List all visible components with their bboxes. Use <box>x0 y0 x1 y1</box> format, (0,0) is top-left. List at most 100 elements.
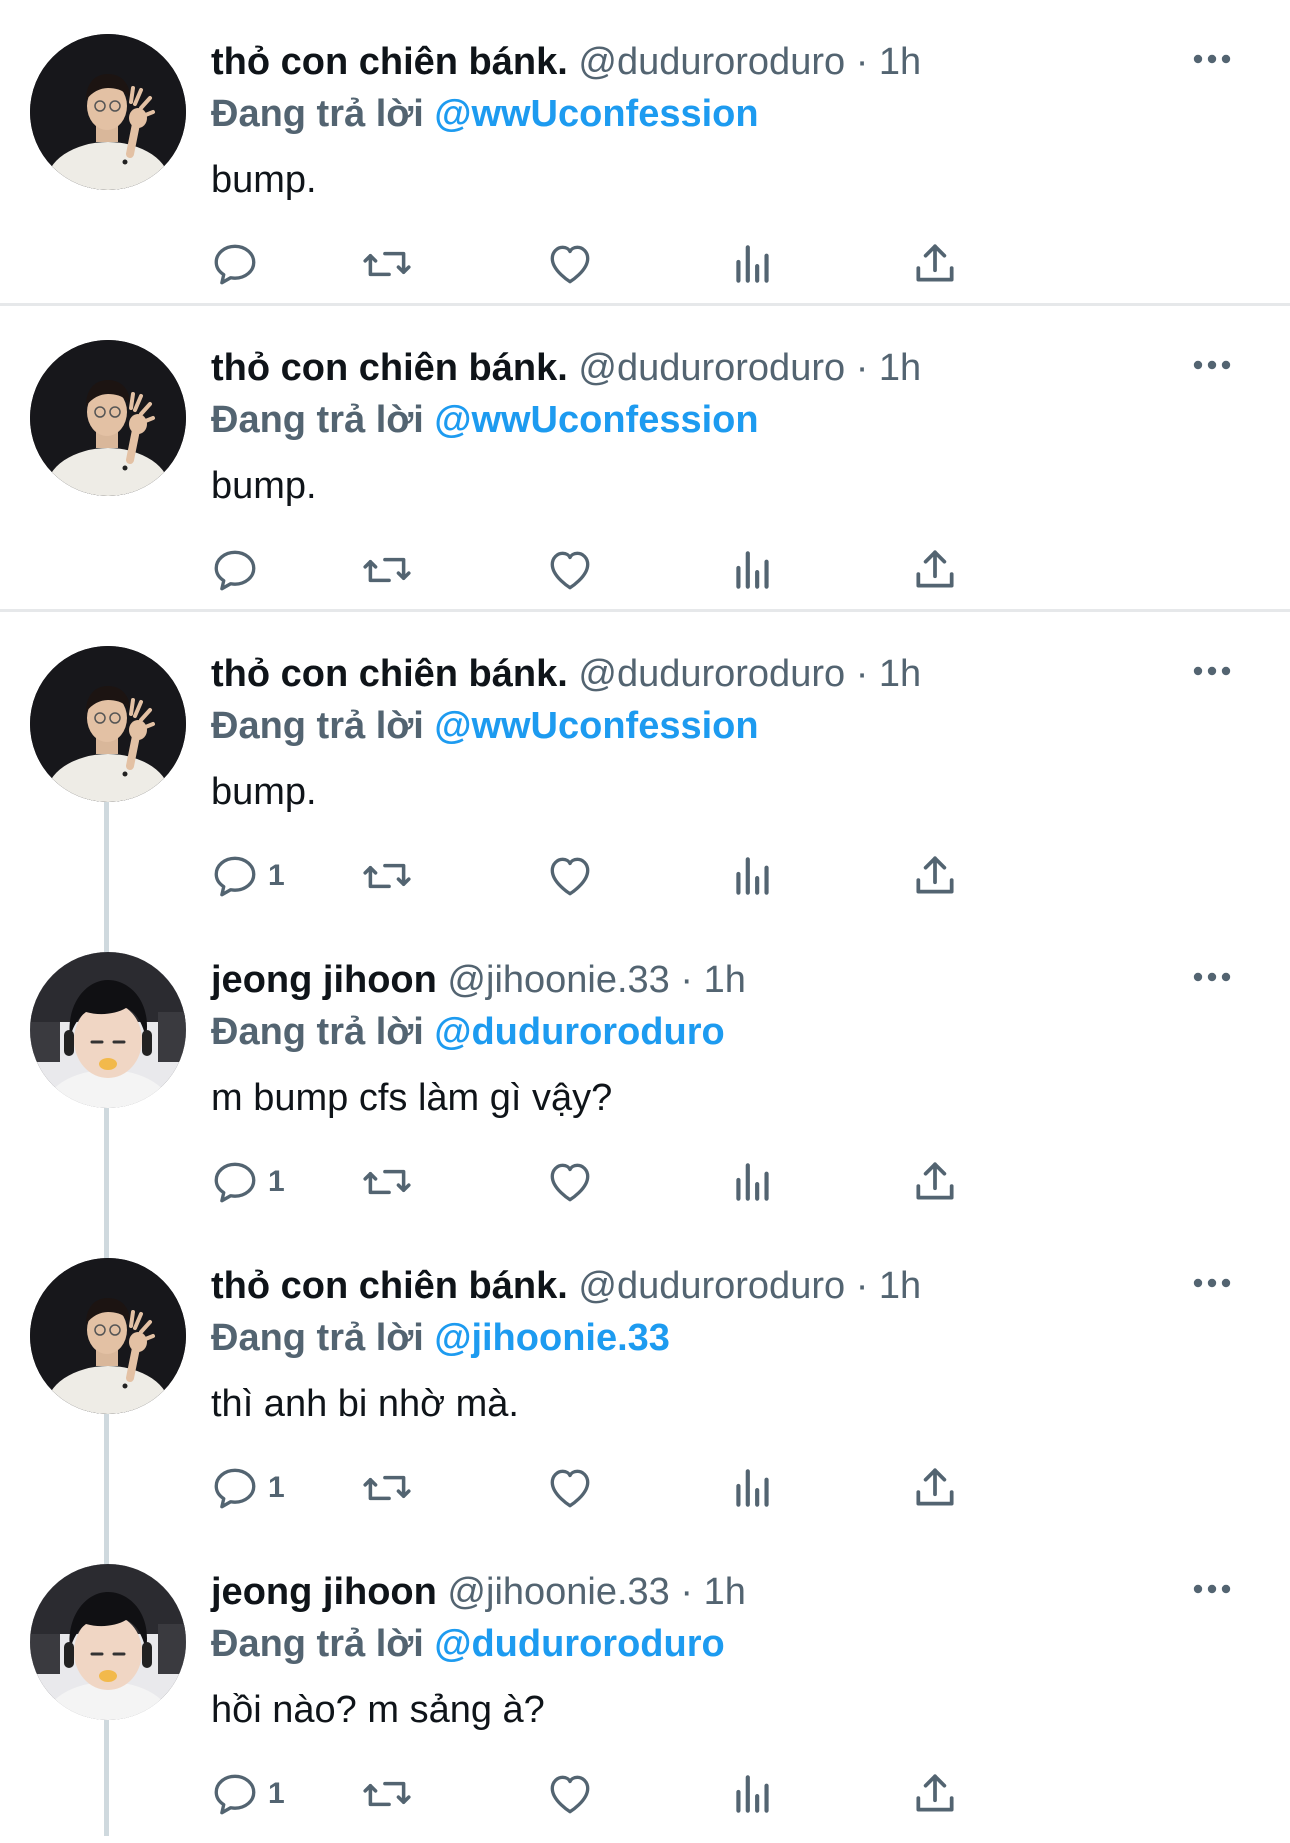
tweet-header: thỏ con chiên bánk. @duduroroduro · 1h <box>211 652 1150 696</box>
replying-to-handle[interactable]: @wwUconfession <box>434 705 758 747</box>
reply-button[interactable] <box>210 236 268 292</box>
tweet-text: thì anh bi nhờ mà. <box>211 1383 519 1425</box>
three-dots-icon <box>1192 1583 1232 1595</box>
display-name[interactable]: jeong jihoon <box>211 959 437 1001</box>
timestamp[interactable]: 1h <box>879 41 921 83</box>
share-upload-icon <box>910 545 960 595</box>
reply-button[interactable] <box>210 542 268 598</box>
avatar[interactable] <box>30 340 186 496</box>
reply-button[interactable]: 1 <box>210 1154 285 1210</box>
views-button[interactable] <box>730 236 776 292</box>
more-options-button[interactable] <box>1182 350 1242 380</box>
reply-button[interactable]: 1 <box>210 848 285 904</box>
user-handle[interactable]: @jihoonie.33 <box>447 959 669 1001</box>
share-button[interactable] <box>910 1460 960 1516</box>
like-button[interactable] <box>545 1460 595 1516</box>
three-dots-icon <box>1192 665 1232 677</box>
share-button[interactable] <box>910 848 960 904</box>
user-handle[interactable]: @jihoonie.33 <box>447 1571 669 1613</box>
reply-button[interactable]: 1 <box>210 1766 285 1822</box>
replying-to-handle[interactable]: @jihoonie.33 <box>434 1317 670 1359</box>
share-button[interactable] <box>910 1766 960 1822</box>
tweet[interactable]: thỏ con chiên bánk. @duduroroduro · 1h Đ… <box>0 1224 1290 1530</box>
more-options-button[interactable] <box>1182 962 1242 992</box>
more-options-button[interactable] <box>1182 44 1242 74</box>
speech-bubble-icon <box>210 545 260 595</box>
views-button[interactable] <box>730 542 776 598</box>
views-button[interactable] <box>730 1766 776 1822</box>
like-button[interactable] <box>545 236 595 292</box>
views-button[interactable] <box>730 1460 776 1516</box>
user-handle[interactable]: @duduroroduro <box>578 347 845 389</box>
retweet-button[interactable] <box>360 1766 414 1822</box>
avatar[interactable] <box>30 1258 186 1414</box>
display-name[interactable]: thỏ con chiên bánk. <box>211 347 568 389</box>
replying-to: Đang trả lời @duduroroduro <box>211 1010 725 1054</box>
user-handle[interactable]: @duduroroduro <box>578 653 845 695</box>
retweet-button[interactable] <box>360 236 414 292</box>
timestamp[interactable]: 1h <box>704 959 746 1001</box>
more-options-button[interactable] <box>1182 1574 1242 1604</box>
replying-to-handle[interactable]: @duduroroduro <box>434 1623 724 1665</box>
replying-to-handle[interactable]: @duduroroduro <box>434 1011 724 1053</box>
like-button[interactable] <box>545 542 595 598</box>
share-button[interactable] <box>910 542 960 598</box>
more-options-button[interactable] <box>1182 656 1242 686</box>
like-button[interactable] <box>545 848 595 904</box>
tweet[interactable]: thỏ con chiên bánk. @duduroroduro · 1h Đ… <box>0 306 1290 612</box>
three-dots-icon <box>1192 53 1232 65</box>
reply-count: 1 <box>268 1777 285 1810</box>
retweet-button[interactable] <box>360 542 414 598</box>
retweet-button[interactable] <box>360 1154 414 1210</box>
avatar[interactable] <box>30 646 186 802</box>
timestamp[interactable]: 1h <box>704 1571 746 1613</box>
tweet[interactable]: thỏ con chiên bánk. @duduroroduro · 1h Đ… <box>0 0 1290 306</box>
timestamp[interactable]: 1h <box>879 653 921 695</box>
replying-to-handle[interactable]: @wwUconfession <box>434 93 758 135</box>
avatar[interactable] <box>30 1564 186 1720</box>
more-options-button[interactable] <box>1182 1268 1242 1298</box>
replying-to-label: Đang trả lời <box>211 1623 424 1665</box>
user-handle[interactable]: @duduroroduro <box>578 1265 845 1307</box>
tweet[interactable]: jeong jihoon @jihoonie.33 · 1h Đang trả … <box>0 1530 1290 1836</box>
tweet[interactable]: thỏ con chiên bánk. @duduroroduro · 1h Đ… <box>0 612 1290 918</box>
replying-to-label: Đang trả lời <box>211 399 424 441</box>
bar-chart-icon <box>730 545 776 595</box>
retweet-button[interactable] <box>360 848 414 904</box>
display-name[interactable]: thỏ con chiên bánk. <box>211 653 568 695</box>
bar-chart-icon <box>730 1463 776 1513</box>
tweet-header: thỏ con chiên bánk. @duduroroduro · 1h <box>211 40 1150 84</box>
reply-button[interactable]: 1 <box>210 1460 285 1516</box>
like-button[interactable] <box>545 1766 595 1822</box>
bar-chart-icon <box>730 1157 776 1207</box>
timestamp[interactable]: 1h <box>879 347 921 389</box>
views-button[interactable] <box>730 848 776 904</box>
views-button[interactable] <box>730 1154 776 1210</box>
avatar[interactable] <box>30 34 186 190</box>
share-upload-icon <box>910 239 960 289</box>
tweet-header: thỏ con chiên bánk. @duduroroduro · 1h <box>211 346 1150 390</box>
retweet-arrows-icon <box>360 545 414 595</box>
timestamp[interactable]: 1h <box>879 1265 921 1307</box>
avatar[interactable] <box>30 952 186 1108</box>
share-button[interactable] <box>910 1154 960 1210</box>
heart-icon <box>545 1157 595 1207</box>
replying-to-label: Đang trả lời <box>211 93 424 135</box>
like-button[interactable] <box>545 1154 595 1210</box>
display-name[interactable]: jeong jihoon <box>211 1571 437 1613</box>
user-handle[interactable]: @duduroroduro <box>578 41 845 83</box>
tweet-header: jeong jihoon @jihoonie.33 · 1h <box>211 958 1150 1002</box>
reply-count: 1 <box>268 1471 285 1504</box>
tweet-actions: 1 <box>210 1154 1130 1210</box>
replying-to-handle[interactable]: @wwUconfession <box>434 399 758 441</box>
display-name[interactable]: thỏ con chiên bánk. <box>211 1265 568 1307</box>
retweet-button[interactable] <box>360 1460 414 1516</box>
tweet-actions <box>210 542 1130 598</box>
share-button[interactable] <box>910 236 960 292</box>
separator-dot: · <box>680 1571 694 1613</box>
share-upload-icon <box>910 1157 960 1207</box>
display-name[interactable]: thỏ con chiên bánk. <box>211 41 568 83</box>
separator-dot: · <box>855 41 869 83</box>
three-dots-icon <box>1192 971 1232 983</box>
tweet[interactable]: jeong jihoon @jihoonie.33 · 1h Đang trả … <box>0 918 1290 1224</box>
